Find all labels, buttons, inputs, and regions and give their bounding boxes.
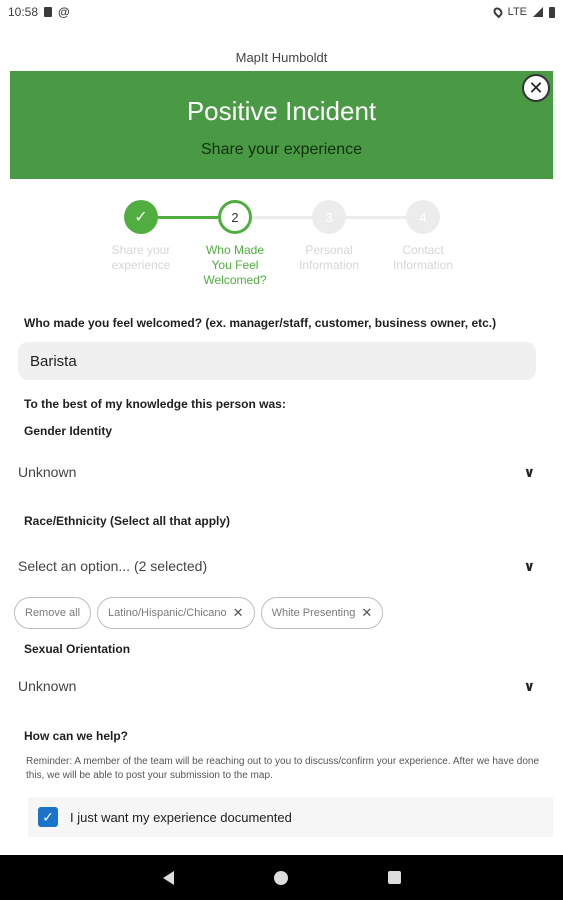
orientation-label: Sexual Orientation xyxy=(24,642,131,656)
race-label: Race/Ethnicity (Select all that apply) xyxy=(24,514,231,528)
remove-all-chip[interactable]: Remove all xyxy=(14,597,92,629)
gender-value: Unknown xyxy=(18,464,77,480)
location-icon xyxy=(491,5,505,19)
step-3-circle[interactable]: 3 xyxy=(312,200,346,234)
step-connector-1 xyxy=(158,216,218,219)
chip-latino-hispanic-chicano[interactable]: Latino/Hispanic/Chicano ✕ xyxy=(97,597,255,629)
checkmark-icon: ✓ xyxy=(134,209,148,226)
progress-stepper: ✓ 2 3 4 Share your experience Who Made Y… xyxy=(10,179,553,299)
knowledge-label: To the best of my knowledge this person … xyxy=(24,397,286,411)
positive-incident-modal: Positive Incident Share your experience … xyxy=(10,71,553,855)
document-only-option[interactable]: ✓ I just want my experience documented xyxy=(28,797,553,837)
orientation-select[interactable]: Unknown ∨ xyxy=(18,674,539,698)
step-3-number: 3 xyxy=(325,209,333,225)
gender-label: Gender Identity xyxy=(24,424,113,438)
system-nav-bar xyxy=(0,855,563,900)
checkmark-icon: ✓ xyxy=(42,808,54,825)
close-button[interactable]: ✕ xyxy=(522,74,550,102)
modal-subtitle: Share your experience xyxy=(201,140,362,158)
step-3-label: Personal Information xyxy=(298,243,360,272)
step-2-number: 2 xyxy=(231,209,239,225)
who-label: Who made you feel welcomed? (ex. manager… xyxy=(24,316,497,330)
step-2-circle[interactable]: 2 xyxy=(218,200,252,234)
step-4-label: Contact Information xyxy=(392,243,454,272)
back-icon[interactable] xyxy=(162,870,174,885)
signal-icon xyxy=(533,7,543,17)
app-title: MapIt Humboldt xyxy=(235,50,328,65)
sd-card-icon xyxy=(44,7,53,17)
remove-chip-icon[interactable]: ✕ xyxy=(233,605,244,621)
orientation-value: Unknown xyxy=(18,678,77,694)
who-input-value: Barista xyxy=(30,352,77,370)
help-label: How can we help? xyxy=(24,729,129,743)
checkbox[interactable]: ✓ xyxy=(38,807,58,827)
status-time: 10:58 xyxy=(8,5,39,19)
status-bar: 10:58 @ LTE xyxy=(0,0,563,24)
modal-header: Positive Incident Share your experience xyxy=(10,71,553,179)
remove-chip-icon[interactable]: ✕ xyxy=(361,605,372,621)
reminder-text: Reminder: A member of the team will be r… xyxy=(26,756,540,781)
incident-form: Who made you feel welcomed? (ex. manager… xyxy=(10,316,553,837)
chevron-down-icon: ∨ xyxy=(523,463,535,480)
close-icon: ✕ xyxy=(528,78,544,98)
step-connector-3 xyxy=(346,216,406,219)
who-input[interactable]: Barista xyxy=(18,342,536,380)
step-2-label: Who Made You Feel Welcomed? xyxy=(203,243,267,287)
step-4-number: 4 xyxy=(419,209,427,225)
at-sign-icon: @ xyxy=(58,5,70,19)
network-type: LTE xyxy=(507,6,527,18)
step-1-circle[interactable]: ✓ xyxy=(124,200,158,234)
step-1-label: Share your experience xyxy=(111,243,171,272)
step-connector-2 xyxy=(252,216,312,219)
race-chips: Remove all Latino/Hispanic/Chicano ✕ Whi… xyxy=(14,597,539,629)
checkbox-label: I just want my experience documented xyxy=(70,809,292,825)
race-value: Select an option... (2 selected) xyxy=(18,558,208,574)
gender-select[interactable]: Unknown ∨ xyxy=(18,460,539,484)
battery-icon xyxy=(549,6,555,18)
step-4-circle[interactable]: 4 xyxy=(406,200,440,234)
race-select[interactable]: Select an option... (2 selected) ∨ xyxy=(18,554,539,578)
chip-white-presenting[interactable]: White Presenting ✕ xyxy=(260,597,384,629)
recents-icon[interactable] xyxy=(387,871,401,884)
modal-title: Positive Incident xyxy=(186,95,377,126)
home-icon[interactable] xyxy=(273,870,288,885)
chevron-down-icon: ∨ xyxy=(523,677,535,694)
chevron-down-icon: ∨ xyxy=(523,557,535,574)
